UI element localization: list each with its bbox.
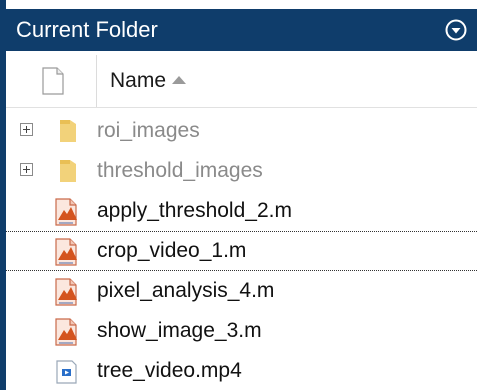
list-item-folder[interactable]: threshold_images: [6, 151, 477, 191]
video-file-icon: [54, 358, 80, 390]
item-name: threshold_images: [97, 159, 263, 182]
panel-titlebar[interactable]: Current Folder: [6, 9, 477, 51]
sort-ascending-icon: [172, 76, 187, 84]
item-name: apply_threshold_2.m: [97, 199, 292, 222]
item-name: show_image_3.m: [97, 319, 262, 342]
item-name: crop_video_1.m: [97, 239, 247, 262]
matlab-script-icon: [54, 318, 80, 352]
list-item-folder[interactable]: roi_images: [6, 111, 477, 151]
blank-page-icon: [42, 67, 64, 95]
column-header: Name: [6, 55, 477, 108]
list-item-file[interactable]: apply_threshold_2.m: [6, 191, 477, 231]
matlab-script-icon: [54, 278, 80, 312]
folder-icon: [58, 118, 78, 150]
panel-title: Current Folder: [16, 17, 158, 42]
list-item-file[interactable]: show_image_3.m: [6, 311, 477, 351]
folder-icon: [58, 158, 78, 190]
file-list: roi_images threshold_images apply_thresh…: [6, 111, 477, 390]
column-header-name-label: Name: [110, 69, 167, 92]
panel-actions-chevron-down-icon[interactable]: [445, 19, 467, 41]
expand-plus-icon[interactable]: [20, 163, 33, 176]
list-item-file-selected[interactable]: crop_video_1.m: [6, 231, 477, 271]
column-header-name[interactable]: Name: [110, 55, 187, 107]
expand-plus-icon[interactable]: [20, 123, 33, 136]
column-header-type[interactable]: [6, 55, 97, 107]
matlab-script-icon: [54, 238, 80, 272]
matlab-script-icon: [54, 198, 80, 232]
item-name: tree_video.mp4: [97, 359, 242, 382]
current-folder-panel: Current Folder Name roi_images threshold…: [0, 0, 477, 390]
item-name: pixel_analysis_4.m: [97, 279, 275, 302]
item-name: roi_images: [97, 119, 200, 142]
list-item-file[interactable]: tree_video.mp4: [6, 351, 477, 390]
list-item-file[interactable]: pixel_analysis_4.m: [6, 271, 477, 311]
